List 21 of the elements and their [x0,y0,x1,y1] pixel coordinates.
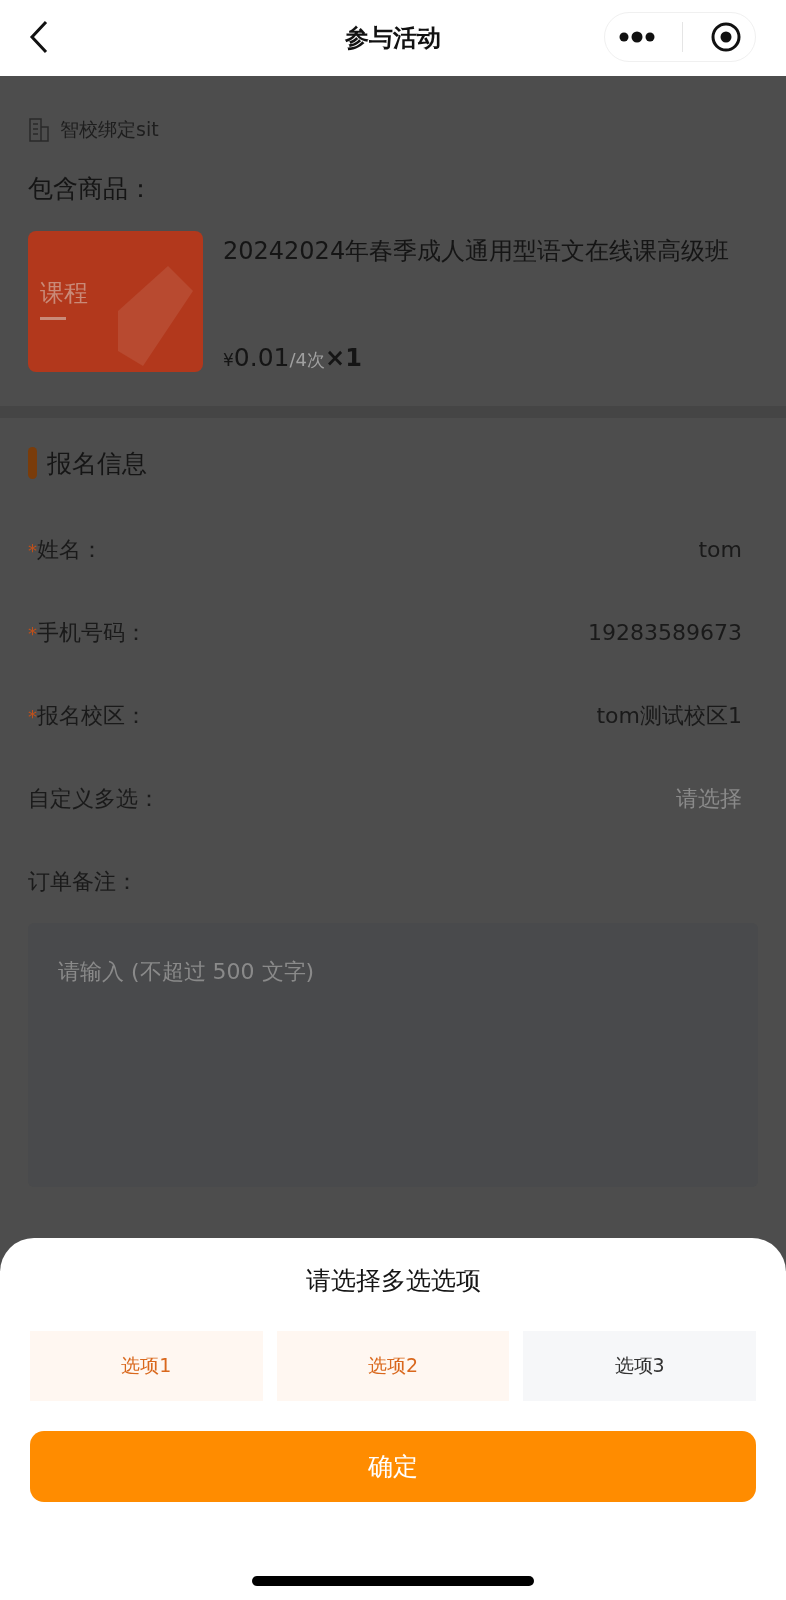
products-heading: 包含商品： [28,173,154,205]
option-button[interactable]: 选项1 [30,1331,263,1401]
product-price: ¥0.01/4次×1 [223,343,363,372]
back-icon[interactable] [28,20,50,54]
page-title: 参与活动 [345,23,441,54]
option-button[interactable]: 选项2 [276,1331,510,1401]
confirm-button[interactable]: 确定 [30,1431,756,1502]
remarks-field[interactable]: 请输入 (不超过 500 文字) [28,923,758,1187]
close-icon[interactable] [709,21,742,53]
product-name: 20242024年春季成人通用型语文在线课高级班 [223,236,730,267]
required-mark: * [28,622,37,644]
thumbnail-label: 课程 [40,278,88,309]
section-title: 报名信息 [47,447,147,480]
sheet-title: 请选择多选选项 [305,1265,481,1297]
section-marker [28,447,37,479]
required-mark: * [28,705,37,727]
option-button[interactable]: 选项3 [523,1331,756,1401]
more-icon[interactable] [618,30,655,44]
document-icon [28,118,50,142]
required-mark: * [28,539,37,561]
select-field[interactable]: 请选择 [676,783,742,814]
